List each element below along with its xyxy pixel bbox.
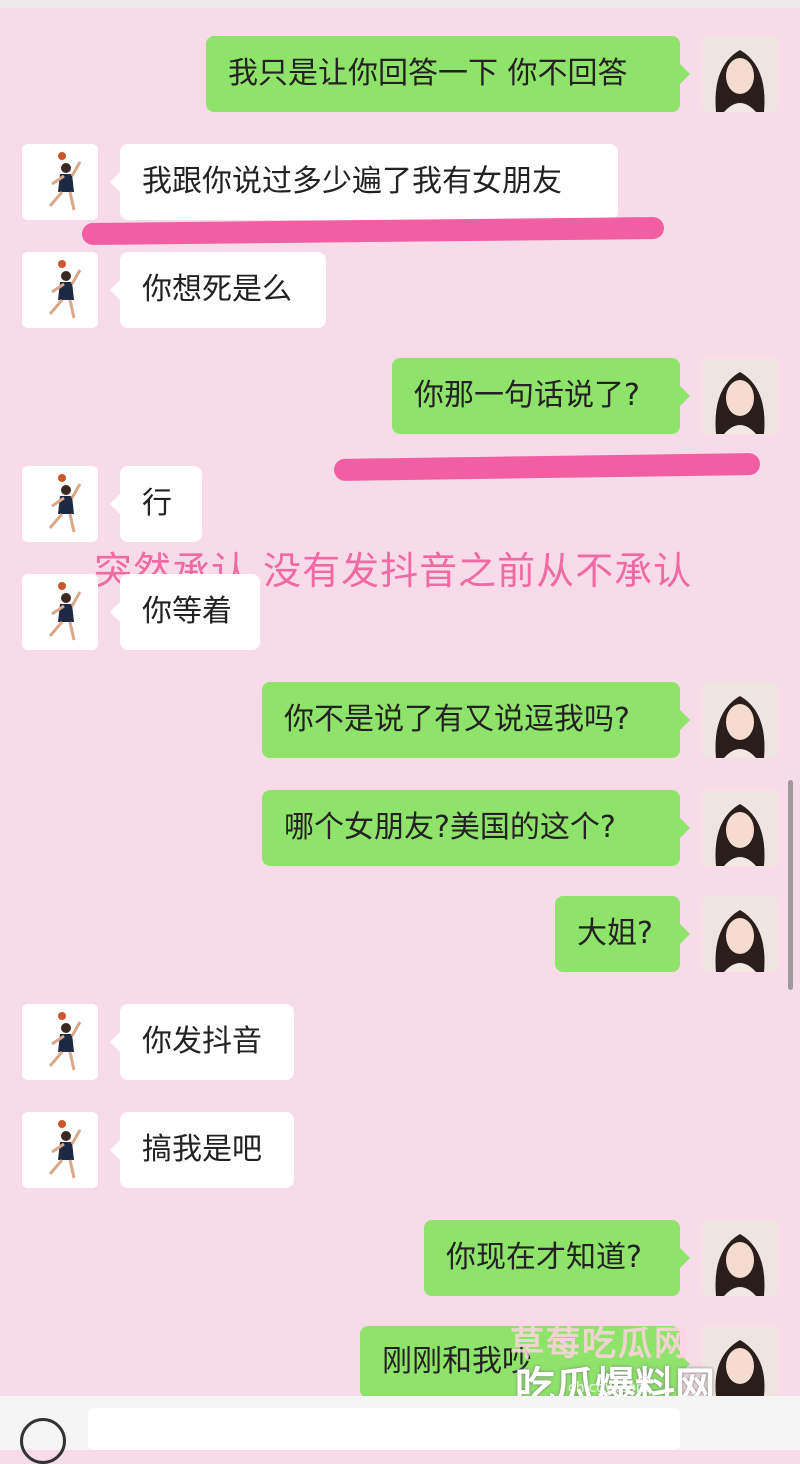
message-bubble-outgoing[interactable]: 我只是让你回答一下 你不回答 — [206, 36, 690, 112]
avatar[interactable] — [22, 252, 98, 328]
woman-avatar-icon — [702, 682, 778, 758]
woman-avatar-icon — [702, 790, 778, 866]
basketball-player-avatar-icon — [22, 466, 98, 542]
highlight-scribble — [333, 453, 761, 481]
woman-avatar-icon — [702, 1220, 778, 1296]
avatar[interactable] — [22, 466, 98, 542]
basketball-player-avatar-icon — [22, 144, 98, 220]
avatar[interactable] — [702, 896, 778, 972]
message-bubble-outgoing[interactable]: 大姐? — [555, 896, 690, 972]
message-input[interactable] — [88, 1408, 680, 1450]
avatar[interactable] — [702, 358, 778, 434]
avatar[interactable] — [702, 790, 778, 866]
status-strip — [0, 0, 800, 8]
avatar[interactable] — [22, 1112, 98, 1188]
voice-icon[interactable] — [20, 1418, 66, 1464]
avatar[interactable] — [702, 682, 778, 758]
avatar[interactable] — [22, 1004, 98, 1080]
highlight-scribble — [81, 216, 665, 246]
woman-avatar-icon — [702, 358, 778, 434]
basketball-player-avatar-icon — [22, 574, 98, 650]
basketball-player-avatar-icon — [22, 1112, 98, 1188]
message-bubble-outgoing[interactable]: 你那一句话说了? — [392, 358, 690, 434]
message-bubble-incoming[interactable]: 搞我是吧 — [110, 1112, 294, 1188]
woman-avatar-icon — [702, 36, 778, 112]
avatar[interactable] — [22, 144, 98, 220]
avatar[interactable] — [702, 36, 778, 112]
message-bubble-outgoing[interactable]: 哪个女朋友?美国的这个? — [262, 790, 690, 866]
message-bubble-incoming[interactable]: 你发抖音 — [110, 1004, 294, 1080]
message-bubble-incoming[interactable]: 你等着 — [110, 574, 260, 650]
avatar[interactable] — [702, 1220, 778, 1296]
message-bubble-incoming[interactable]: 我跟你说过多少遍了我有女朋友 — [110, 144, 618, 220]
message-bubble-incoming[interactable]: 你想死是么 — [110, 252, 326, 328]
message-bubble-outgoing[interactable]: 你现在才知道? — [424, 1220, 690, 1296]
watermark-url: chlcgw.com — [568, 1380, 650, 1396]
avatar[interactable] — [22, 574, 98, 650]
woman-avatar-icon — [702, 896, 778, 972]
scrollbar[interactable] — [788, 780, 793, 990]
message-bubble-outgoing[interactable]: 你不是说了有又说逗我吗? — [262, 682, 690, 758]
basketball-player-avatar-icon — [22, 252, 98, 328]
message-bubble-incoming[interactable]: 行 — [110, 466, 202, 542]
basketball-player-avatar-icon — [22, 1004, 98, 1080]
